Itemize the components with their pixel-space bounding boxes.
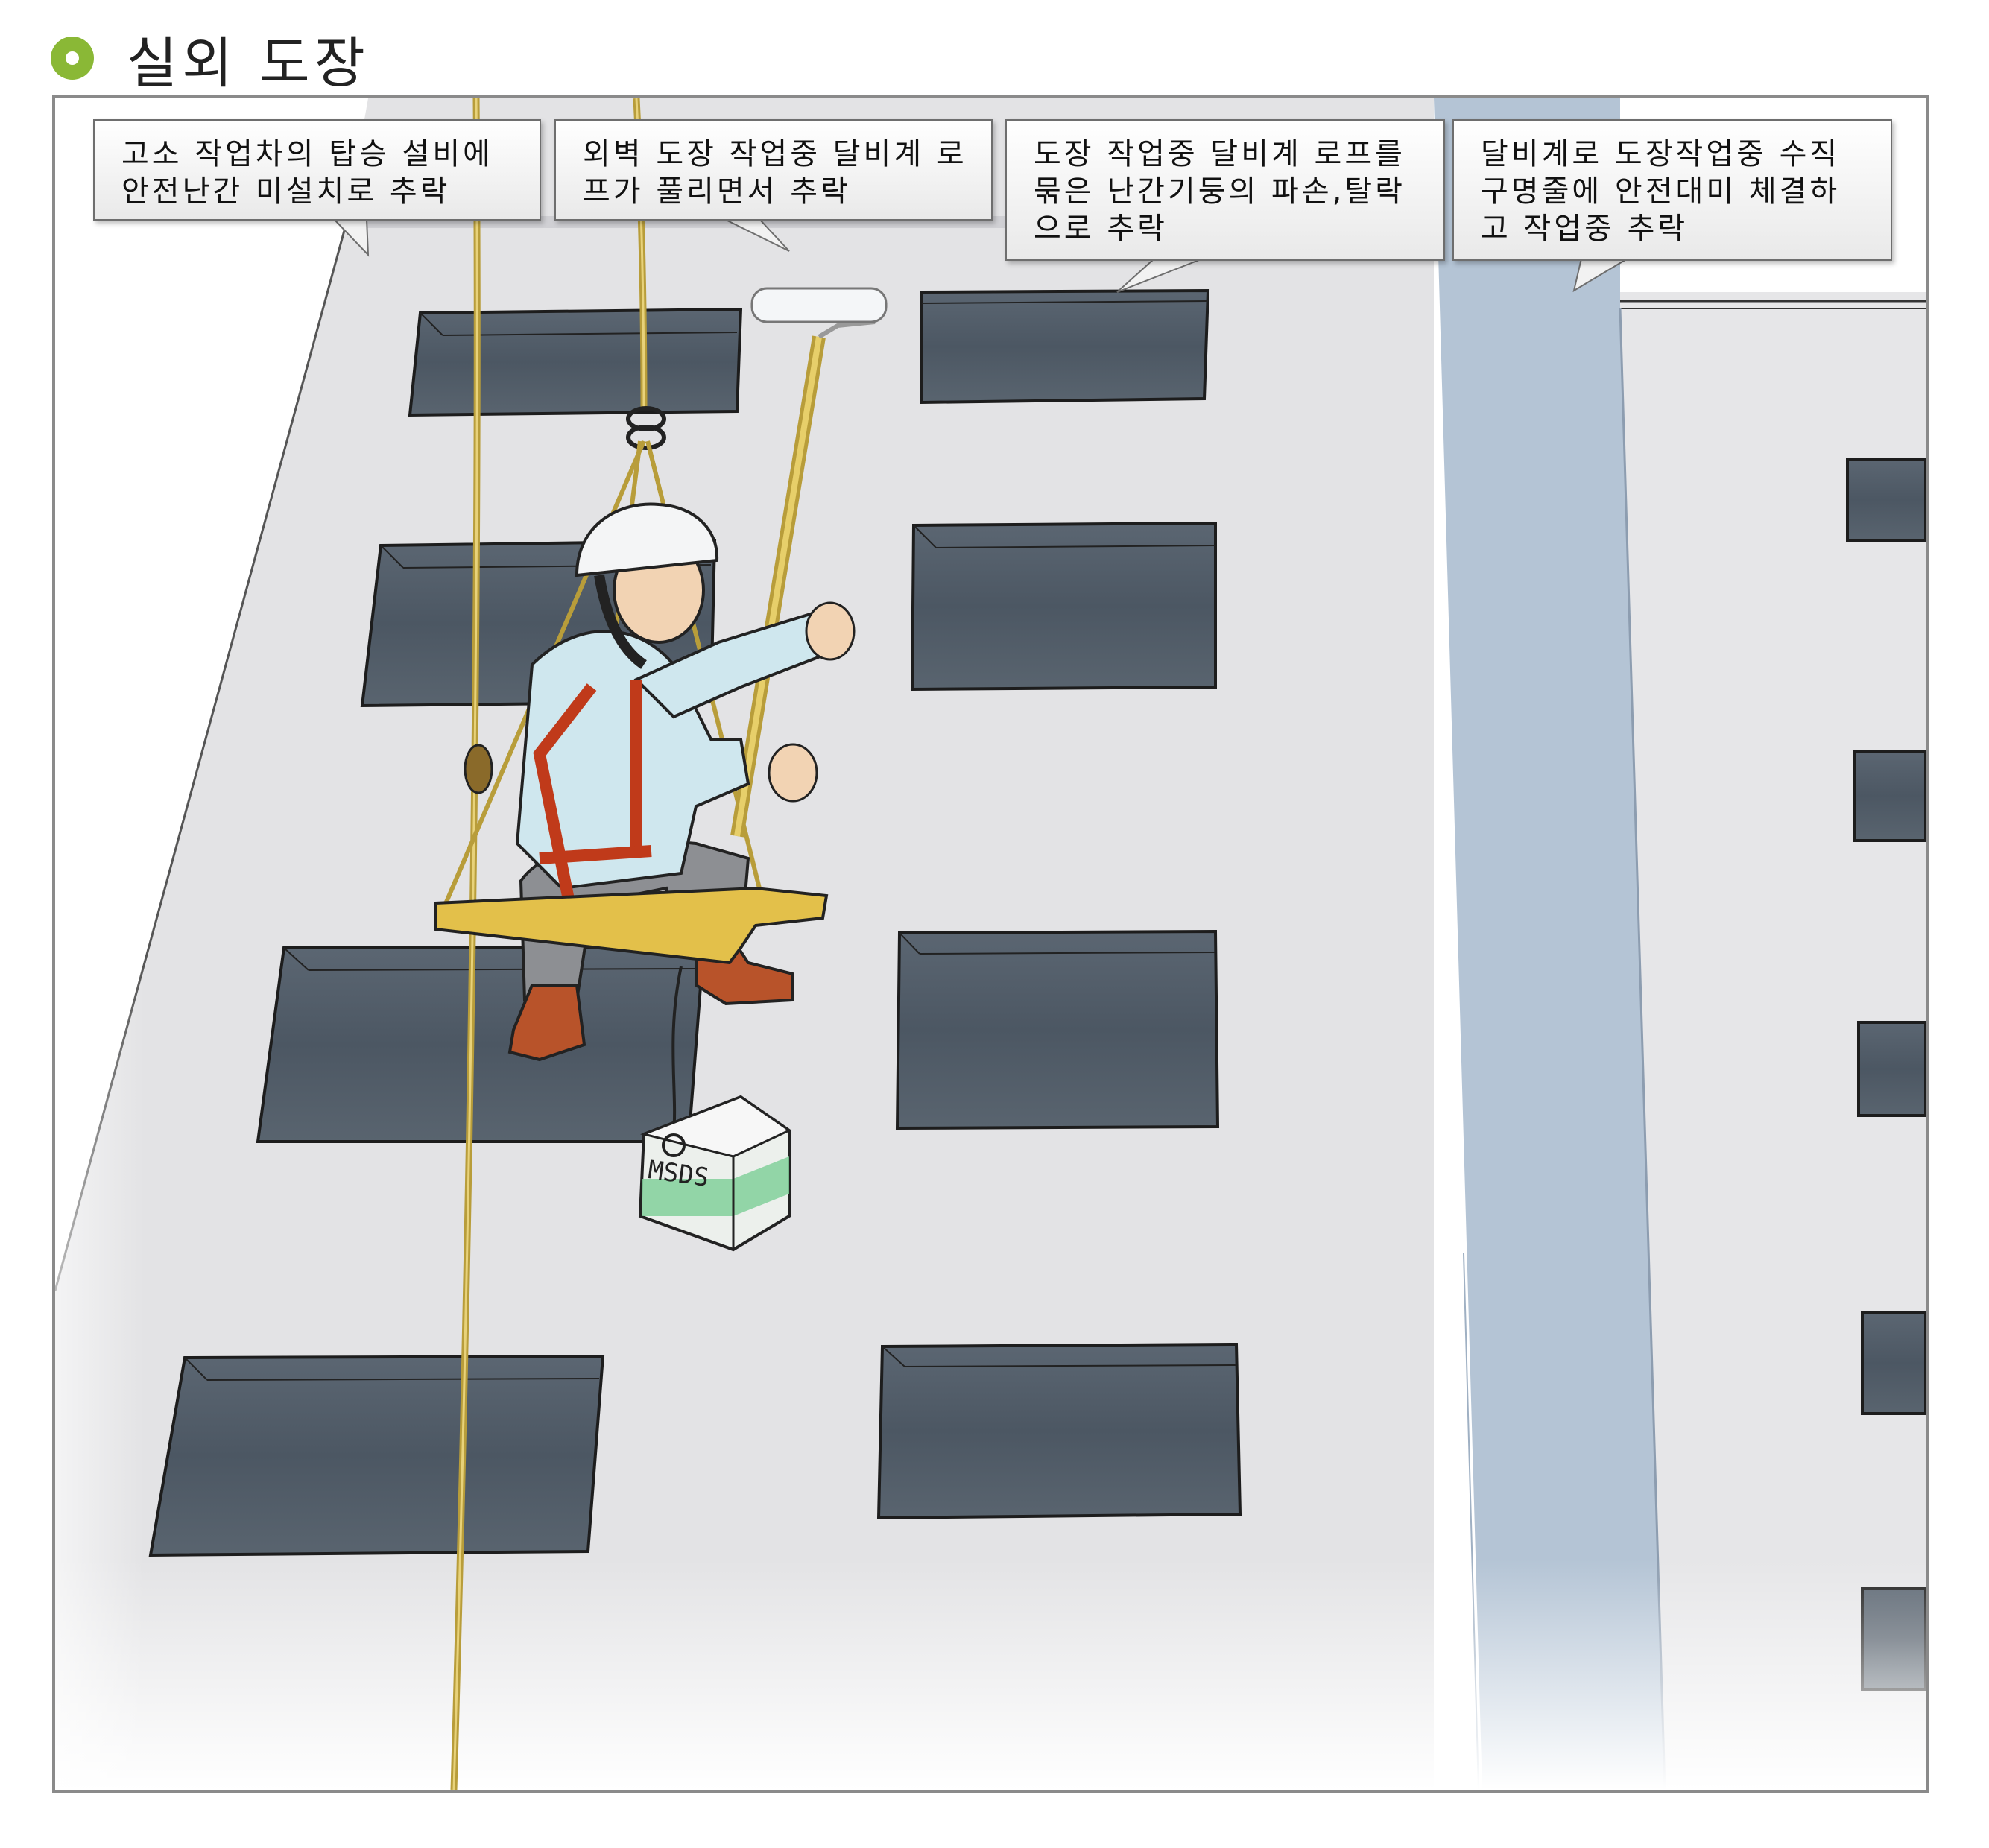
- callout-aerial-lift: 고소 작업차의 탑승 설비에 안전난간 미설치로 추락: [93, 119, 541, 221]
- page-title: 실외 도장: [127, 31, 370, 95]
- bullet-icon: [51, 37, 94, 80]
- callout-lifeline: 달비계로 도장작업중 수직 구명줄에 안전대미 체결하 고 작업중 추락: [1452, 119, 1892, 261]
- page-header: 실외 도장: [51, 13, 370, 103]
- callout-tail-1: [332, 218, 1631, 293]
- callout-railing-post: 도장 작업중 달비계 로프를 묶은 난간기둥의 파손,탈락 으로 추락: [1005, 119, 1445, 261]
- callout-rope-loosened: 외벽 도장 작업중 달비계 로 프가 풀리면서 추락: [554, 119, 993, 221]
- illustration-frame: MSDS 고소 작업차의 탑승 설비에 안전난간 미설치로 추락 외벽 도장 작…: [52, 95, 1929, 1793]
